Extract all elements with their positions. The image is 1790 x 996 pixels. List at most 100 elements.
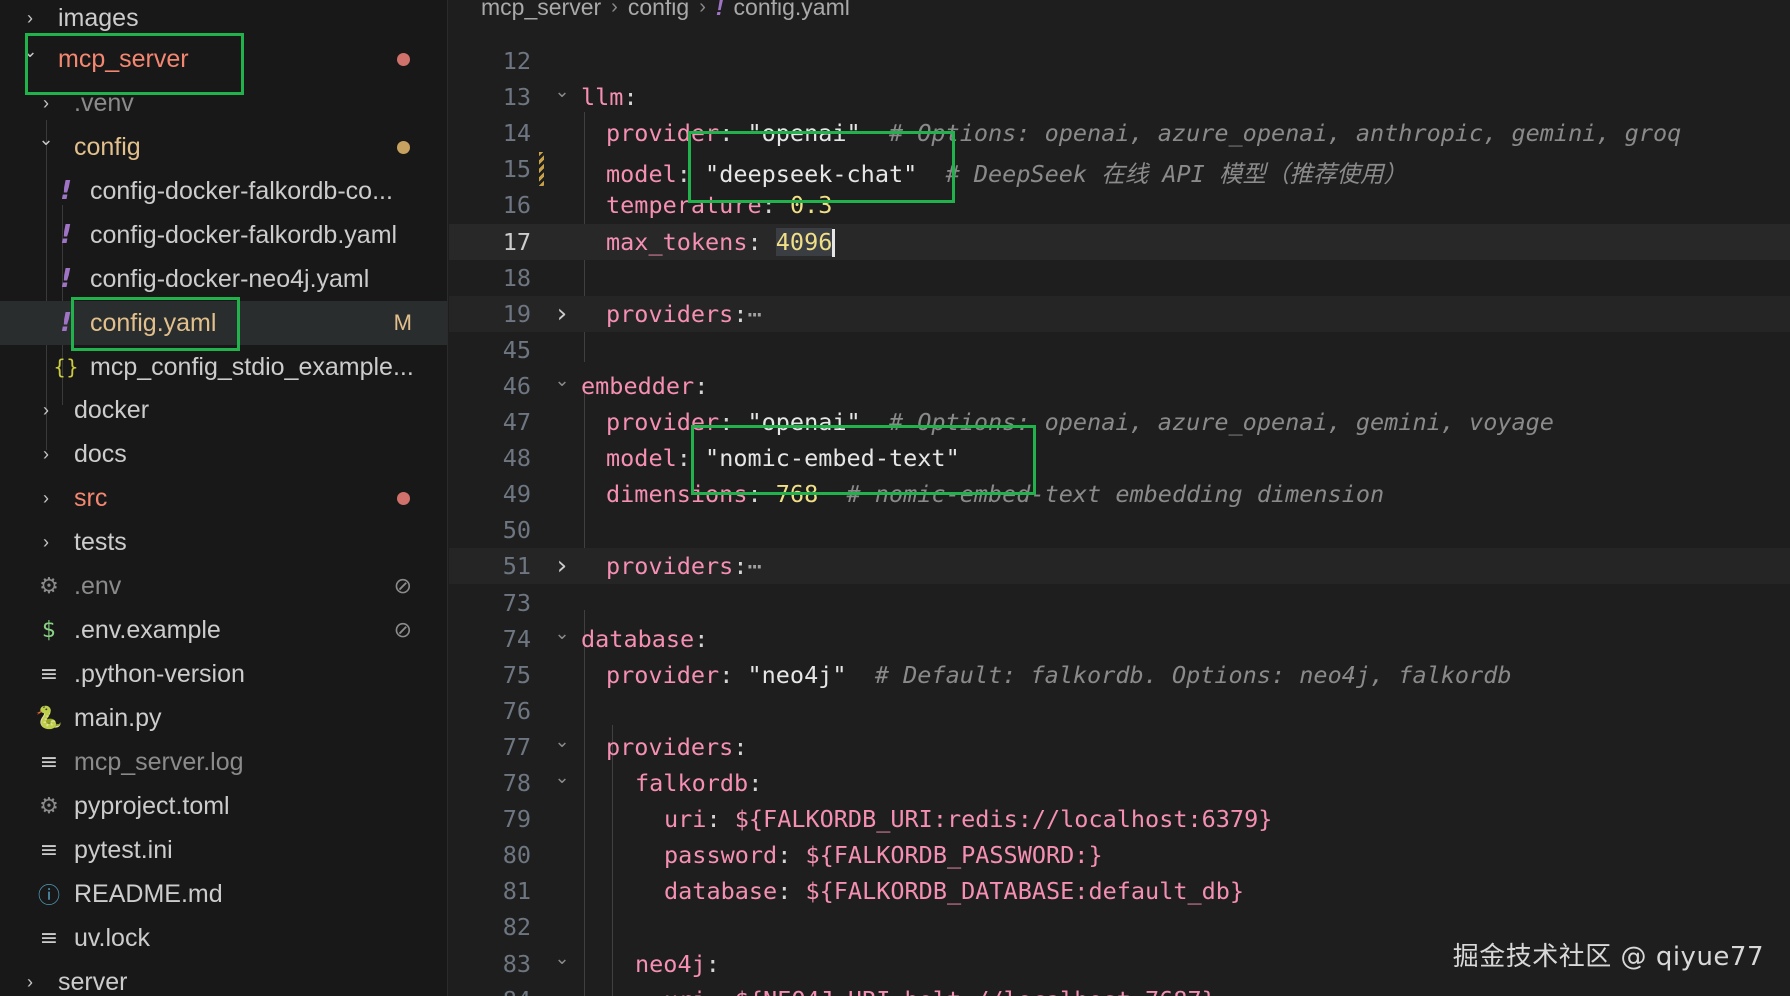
fold-open-icon[interactable]: ⌄ bbox=[552, 81, 572, 102]
code-line[interactable]: 48 model: "nomic-embed-text" bbox=[449, 440, 1790, 476]
tree-item-main-py[interactable]: 🐍 main.py bbox=[0, 696, 447, 740]
code-text: neo4j: bbox=[635, 950, 720, 978]
yaml-env-value: ${FALKORDB_PASSWORD:} bbox=[805, 841, 1103, 870]
code-line[interactable]: 76 bbox=[449, 693, 1790, 729]
line-number: 49 bbox=[502, 480, 531, 509]
code-line[interactable]: 17 max_tokens: 4096 bbox=[449, 223, 1790, 260]
tree-item-server[interactable]: › server bbox=[0, 960, 447, 996]
code-text: dimensions: 768 # nomic-embed-text embed… bbox=[606, 480, 1384, 508]
info-icon: ⓘ bbox=[37, 884, 60, 909]
code-line[interactable]: 14 provider: "openai" # Options: openai, … bbox=[449, 115, 1790, 151]
code-line[interactable]: 47 provider: "openai" # Options: openai, … bbox=[449, 404, 1790, 440]
fold-closed-icon[interactable]: › bbox=[552, 551, 572, 581]
yaml-key: password bbox=[664, 841, 778, 870]
code-line[interactable]: 78 ⌄ falkordb: bbox=[449, 765, 1790, 801]
tree-item-readme-md[interactable]: ⓘ README.md bbox=[0, 872, 447, 916]
tree-item-src[interactable]: › src bbox=[0, 476, 447, 520]
yaml-colon: : bbox=[694, 371, 709, 400]
tree-item-uv-lock[interactable]: ≡ uv.lock bbox=[0, 916, 447, 960]
code-line[interactable]: 46 ⌄ embedder: bbox=[449, 368, 1790, 404]
code-line[interactable]: 51 › providers:⋯ bbox=[449, 548, 1790, 585]
yaml-key: providers bbox=[606, 552, 734, 581]
code-line[interactable]: 45 bbox=[449, 332, 1790, 368]
code-line[interactable]: 19 › providers:⋯ bbox=[449, 295, 1790, 332]
tree-item-pytest-ini[interactable]: ≡ pytest.ini bbox=[0, 828, 447, 872]
breadcrumb-file[interactable]: config.yaml bbox=[734, 0, 850, 21]
fold-open-icon[interactable]: ⌄ bbox=[552, 767, 572, 788]
chevron-right-icon: › bbox=[43, 487, 49, 508]
line-number: 81 bbox=[502, 877, 531, 906]
tree-item-pyproject-toml[interactable]: ⚙ pyproject.toml bbox=[0, 784, 447, 828]
line-number: 82 bbox=[502, 913, 531, 942]
tree-item-label: tests bbox=[74, 527, 127, 556]
tree-item-docker[interactable]: › docker bbox=[0, 388, 447, 432]
yaml-colon: : bbox=[777, 877, 806, 906]
tree-item-images[interactable]: › images bbox=[0, 0, 447, 40]
git-status-modified: M bbox=[393, 310, 412, 335]
code-line[interactable]: 84 uri: ${NEO4J_URI:bolt://localhost:7687… bbox=[449, 982, 1790, 996]
line-number: 77 bbox=[502, 732, 531, 761]
tree-item-label: main.py bbox=[74, 703, 162, 732]
tree-item-label: images bbox=[58, 3, 139, 32]
yaml-comment: # DeepSeek 在线 API 模型（推荐使用） bbox=[917, 160, 1407, 189]
tree-item-tests[interactable]: › tests bbox=[0, 520, 447, 564]
code-line[interactable]: 16 temperature: 0.3 bbox=[449, 187, 1790, 223]
line-number: 13 bbox=[502, 83, 531, 112]
yaml-key: uri bbox=[664, 986, 706, 996]
code-line[interactable]: 18 bbox=[449, 260, 1790, 296]
code-line[interactable]: 75 provider: "neo4j" # Default: falkordb.… bbox=[449, 657, 1790, 693]
tree-item-label: server bbox=[58, 967, 128, 996]
tree-item-python-version[interactable]: ≡ .python-version bbox=[0, 652, 447, 696]
code-line[interactable]: 49 dimensions: 768 # nomic-embed-text emb… bbox=[449, 476, 1790, 512]
fold-open-icon[interactable]: ⌄ bbox=[552, 948, 572, 969]
fold-open-icon[interactable]: ⌄ bbox=[552, 623, 572, 644]
code-line[interactable]: 80 password: ${FALKORDB_PASSWORD:} bbox=[449, 837, 1790, 873]
tree-item-config[interactable]: ⌄ config bbox=[0, 125, 447, 169]
fold-open-icon[interactable]: ⌄ bbox=[552, 370, 572, 391]
yaml-colon: : bbox=[719, 660, 748, 689]
tree-item-venv[interactable]: › .venv bbox=[0, 81, 447, 125]
breadcrumb-subfolder[interactable]: config bbox=[628, 0, 689, 21]
tree-item-env-example[interactable]: $ .env.example ⊘ bbox=[0, 608, 447, 652]
code-line[interactable]: 50 bbox=[449, 512, 1790, 548]
yaml-key: max_tokens bbox=[606, 227, 748, 256]
line-number: 51 bbox=[502, 552, 531, 581]
tree-item-config-docker-falkordb-co[interactable]: ! config-docker-falkordb-co... bbox=[0, 169, 447, 213]
tree-item-label: .venv bbox=[74, 88, 134, 117]
git-modified-gutter-marker bbox=[539, 152, 544, 187]
fold-open-icon[interactable]: ⌄ bbox=[552, 731, 572, 752]
yaml-comment: # nomic-embed-text embedding dimension bbox=[818, 480, 1385, 509]
folded-ellipsis: ⋯ bbox=[747, 552, 762, 581]
tree-item-label: docs bbox=[74, 439, 127, 468]
code-text: provider: "neo4j" # Default: falkordb. O… bbox=[606, 661, 1512, 689]
lines-icon: ≡ bbox=[39, 837, 59, 863]
code-line[interactable]: 73 bbox=[449, 585, 1790, 621]
tree-item-config-docker-neo4j-yaml[interactable]: ! config-docker-neo4j.yaml bbox=[0, 257, 447, 301]
tree-item-mcp-config-stdio-example[interactable]: {} mcp_config_stdio_example... bbox=[0, 345, 447, 389]
breadcrumb-folder[interactable]: mcp_server bbox=[481, 0, 601, 21]
tree-item-label: docker bbox=[74, 395, 150, 424]
line-number: 12 bbox=[502, 47, 531, 75]
code-editor[interactable]: mcp_server › config › ! config.yaml 12 13… bbox=[449, 0, 1790, 996]
code-line[interactable]: 79 uri: ${FALKORDB_URI:redis://localhost:… bbox=[449, 801, 1790, 837]
tree-item-label: mcp_server bbox=[58, 44, 189, 73]
yaml-string: "openai" bbox=[747, 408, 861, 436]
tree-item-config-docker-falkordb-yaml[interactable]: ! config-docker-falkordb.yaml bbox=[0, 213, 447, 257]
yaml-colon: : bbox=[706, 986, 734, 996]
tree-item-env[interactable]: ⚙ .env ⊘ bbox=[0, 564, 447, 608]
ignored-icon: ⊘ bbox=[393, 573, 412, 598]
tree-item-docs[interactable]: › docs bbox=[0, 432, 447, 476]
tree-item-mcp-server[interactable]: ⌄ mcp_server bbox=[0, 37, 447, 81]
code-line[interactable]: 81 database: ${FALKORDB_DATABASE:default_… bbox=[449, 873, 1790, 909]
code-line[interactable]: 74 ⌄ database: bbox=[449, 621, 1790, 657]
tree-item-config-yaml[interactable]: ! config.yaml M bbox=[0, 301, 447, 345]
fold-closed-icon[interactable]: › bbox=[552, 299, 572, 329]
yaml-icon: ! bbox=[60, 176, 72, 206]
code-line[interactable]: 12 bbox=[449, 43, 1790, 79]
code-line[interactable]: 77 ⌄ providers: bbox=[449, 729, 1790, 765]
yaml-key: uri bbox=[664, 805, 707, 834]
code-line[interactable]: 13 ⌄ llm: bbox=[449, 79, 1790, 115]
yaml-icon: ! bbox=[60, 220, 72, 250]
code-line[interactable]: 15 model: "deepseek-chat" # DeepSeek 在线 A… bbox=[449, 151, 1790, 189]
tree-item-mcp-server-log[interactable]: ≡ mcp_server.log bbox=[0, 740, 447, 784]
